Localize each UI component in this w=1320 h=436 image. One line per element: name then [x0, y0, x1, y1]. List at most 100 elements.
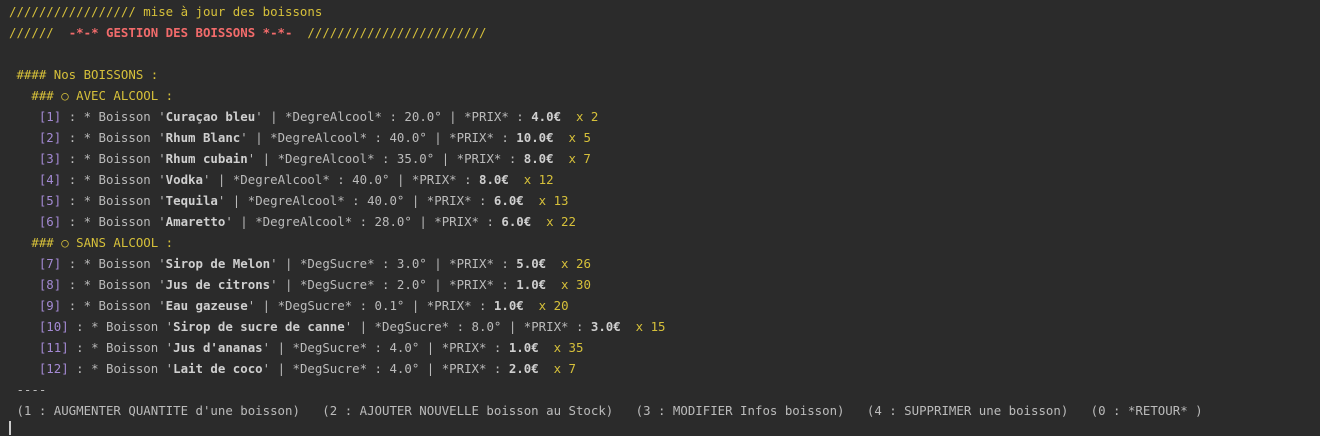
item-quantity: x 5 [553, 130, 591, 145]
item-name: Curaçao bleu [165, 109, 256, 124]
item-quantity: x 7 [538, 361, 576, 376]
title-slashes-left: ////// [9, 25, 69, 40]
item-details: ' | *DegreAlcool* : 40.0° | *PRIX* : [217, 193, 494, 208]
item-name: Rhum cubain [165, 151, 248, 166]
item-price: 10.0€ [516, 130, 554, 145]
input-cursor[interactable] [9, 421, 11, 435]
item-price: 3.0€ [590, 319, 621, 334]
item-details: ' | *DegSucre* : 4.0° | *PRIX* : [262, 340, 509, 355]
item-index: [6] [38, 214, 62, 229]
item-name: Eau gazeuse [165, 298, 248, 313]
title-line: ////// -*-* GESTION DES BOISSONS *-*- //… [9, 22, 486, 43]
item-quantity: x 30 [546, 277, 591, 292]
item-prefix: : * Boisson ' [68, 319, 174, 334]
item-name: Jus de citrons [165, 277, 271, 292]
item-details: ' | *DegSucre* : 3.0° | *PRIX* : [270, 256, 517, 271]
item-name: Sirop de Melon [165, 256, 271, 271]
item-index: [10] [38, 319, 69, 334]
list-item: [8] : * Boisson 'Jus de citrons' | *DegS… [9, 274, 591, 295]
item-index: [9] [38, 298, 62, 313]
item-details: ' | *DegreAlcool* : 20.0° | *PRIX* : [255, 109, 532, 124]
separator: ---- [9, 382, 47, 397]
item-index: [2] [38, 130, 62, 145]
item-prefix: : * Boisson ' [61, 172, 166, 187]
item-details: ' | *DegSucre* : 2.0° | *PRIX* : [270, 277, 517, 292]
list-item: [4] : * Boisson 'Vodka' | *DegreAlcool* … [9, 169, 554, 190]
item-quantity: x 22 [531, 214, 576, 229]
item-index: [11] [38, 340, 69, 355]
alcool-heading: ### ○ AVEC ALCOOL : [9, 88, 174, 103]
item-index: [3] [38, 151, 62, 166]
title-slashes-right: //////////////////////// [292, 25, 487, 40]
list-item: [7] : * Boisson 'Sirop de Melon' | *DegS… [9, 253, 591, 274]
item-name: Jus d'ananas [173, 340, 263, 355]
item-price: 5.0€ [516, 256, 547, 271]
item-name: Amaretto [165, 214, 226, 229]
item-prefix: : * Boisson ' [61, 256, 166, 271]
item-details: ' | *DegreAlcool* : 35.0° | *PRIX* : [247, 151, 524, 166]
list-item: [5] : * Boisson 'Tequila' | *DegreAlcool… [9, 190, 569, 211]
list-item: [2] : * Boisson 'Rhum Blanc' | *DegreAlc… [9, 127, 591, 148]
item-details: ' | *DegreAlcool* : 40.0° | *PRIX* : [202, 172, 479, 187]
item-prefix: : * Boisson ' [61, 277, 166, 292]
item-name: Rhum Blanc [165, 130, 241, 145]
item-price: 1.0€ [516, 277, 547, 292]
item-prefix: : * Boisson ' [61, 214, 166, 229]
section-title: #### Nos BOISSONS : [9, 67, 159, 82]
item-index: [1] [38, 109, 62, 124]
item-quantity: x 13 [523, 193, 569, 208]
list-item: [11] : * Boisson 'Jus d'ananas' | *DegSu… [9, 337, 584, 358]
list-item: [6] : * Boisson 'Amaretto' | *DegreAlcoo… [9, 211, 576, 232]
item-name: Sirop de sucre de canne [173, 319, 345, 334]
item-name: Lait de coco [173, 361, 263, 376]
item-name: Vodka [165, 172, 203, 187]
item-quantity: x 20 [523, 298, 569, 313]
list-item: [12] : * Boisson 'Lait de coco' | *DegSu… [9, 358, 576, 379]
item-prefix: : * Boisson ' [68, 340, 174, 355]
item-index: [7] [38, 256, 62, 271]
item-details: ' | *DegreAlcool* : 28.0° | *PRIX* : [225, 214, 502, 229]
header-line: ///////////////// mise à jour des boisso… [9, 4, 323, 19]
item-index: [12] [38, 361, 69, 376]
item-price: 1.0€ [493, 298, 524, 313]
item-price: 4.0€ [531, 109, 562, 124]
item-quantity: x 15 [620, 319, 666, 334]
item-index: [5] [38, 193, 62, 208]
item-quantity: x 7 [553, 151, 591, 166]
item-prefix: : * Boisson ' [61, 109, 166, 124]
list-item: [10] : * Boisson 'Sirop de sucre de cann… [9, 316, 666, 337]
item-quantity: x 2 [561, 109, 599, 124]
item-details: ' | *DegSucre* : 0.1° | *PRIX* : [247, 298, 494, 313]
item-index: [4] [38, 172, 62, 187]
item-prefix: : * Boisson ' [61, 193, 166, 208]
item-name: Tequila [165, 193, 218, 208]
list-item: [9] : * Boisson 'Eau gazeuse' | *DegSucr… [9, 295, 569, 316]
page-title: -*-* GESTION DES BOISSONS *-*- [68, 25, 293, 40]
item-details: ' | *DegSucre* : 8.0° | *PRIX* : [344, 319, 591, 334]
item-prefix: : * Boisson ' [61, 130, 166, 145]
item-details: ' | *DegreAlcool* : 40.0° | *PRIX* : [240, 130, 517, 145]
item-price: 1.0€ [508, 340, 539, 355]
list-item: [3] : * Boisson 'Rhum cubain' | *DegreAl… [9, 148, 591, 169]
menu-options: (1 : AUGMENTER QUANTITE d'une boisson) (… [9, 403, 1203, 418]
item-prefix: : * Boisson ' [68, 361, 174, 376]
item-index: [8] [38, 277, 62, 292]
item-prefix: : * Boisson ' [61, 298, 166, 313]
item-prefix: : * Boisson ' [61, 151, 166, 166]
sans-alcool-heading: ### ○ SANS ALCOOL : [9, 235, 174, 250]
item-quantity: x 26 [546, 256, 591, 271]
item-price: 6.0€ [493, 193, 524, 208]
item-price: 2.0€ [508, 361, 539, 376]
item-quantity: x 12 [508, 172, 554, 187]
item-details: ' | *DegSucre* : 4.0° | *PRIX* : [262, 361, 509, 376]
